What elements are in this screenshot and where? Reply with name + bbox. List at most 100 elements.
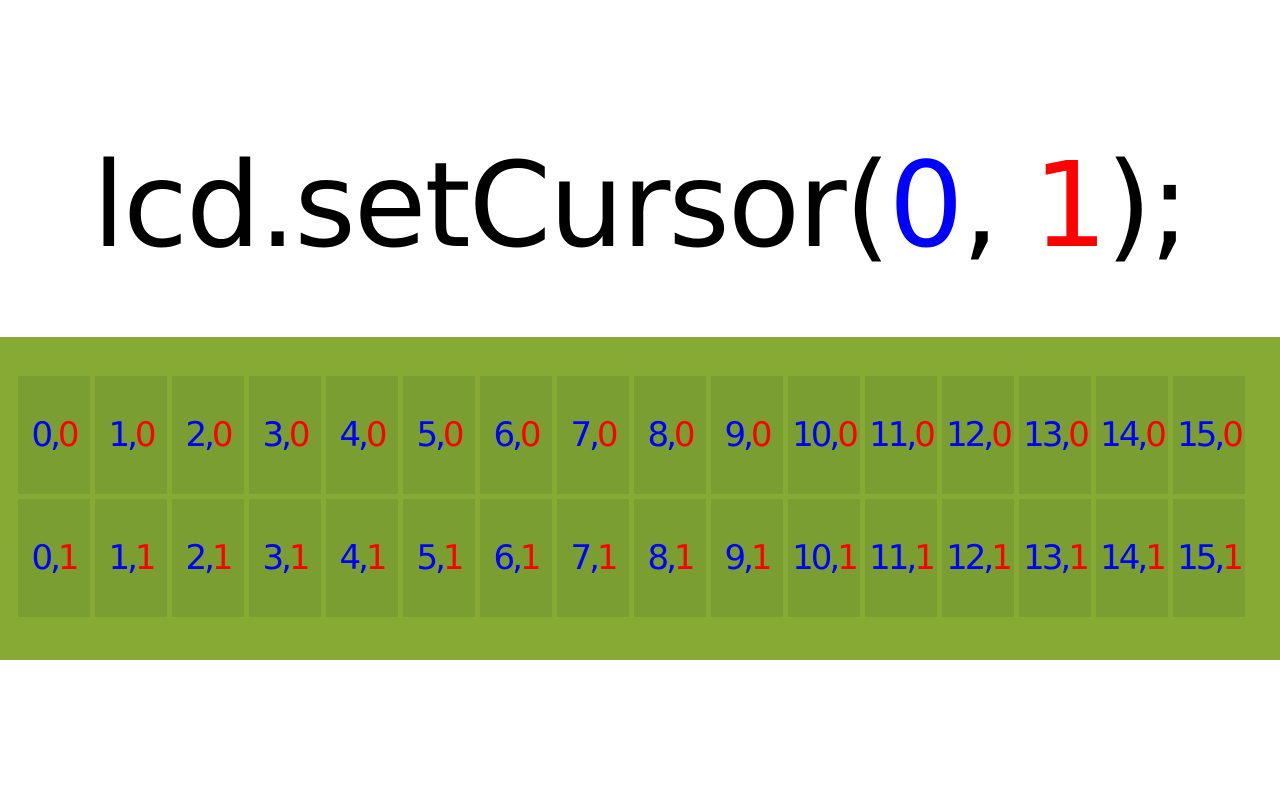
cell-column-number: 2 [185,415,207,455]
lcd-cell: 12, 1 [942,499,1014,617]
cell-separator: , [435,538,446,578]
lcd-cell: 4,1 [326,499,398,617]
lcd-cell: 5,1 [403,499,475,617]
cell-column-number: 6 [493,415,515,455]
cell-separator: , [50,415,61,455]
lcd-cell: 3,0 [249,376,321,494]
cell-separator: , [50,538,61,578]
cell-column-number: 3 [262,415,284,455]
cell-row-number: 1 [57,538,80,578]
lcd-cell: 11, 1 [865,499,937,617]
cell-row-number: 0 [750,415,773,455]
cell-column-number: 6 [493,538,515,578]
cell-row-number: 1 [991,538,1013,578]
cell-separator: , [983,415,994,455]
lcd-cell: 1,0 [95,376,167,494]
lcd-cell: 10, 0 [788,376,860,494]
cell-separator: , [1214,415,1225,455]
cell-row-number: 1 [1068,538,1090,578]
cell-row-number: 0 [914,415,936,455]
cell-column-number: 10 [792,415,832,455]
cell-row-number: 1 [673,538,696,578]
lcd-display: 0, 0 1, 0 2, 0 3, 0 4, 0 5, 0 6, 0 7, 0 8, 0 9, 0 10, 0 11, 0 12… [0,337,1280,660]
cell-column-number: 10 [792,538,832,578]
cell-row-number: 1 [837,538,859,578]
cell-separator: , [435,415,446,455]
lcd-cell: 1,1 [95,499,167,617]
cell-separator: , [906,415,917,455]
cell-separator: , [666,538,677,578]
cell-row-number: 0 [837,415,859,455]
cell-separator: , [1137,538,1148,578]
cell-column-number: 9 [724,538,746,578]
lcd-cell: 12, 0 [942,376,1014,494]
cell-separator: , [358,415,369,455]
lcd-cell: 6,1 [480,499,552,617]
lcd-cell: 9,0 [711,376,783,494]
cell-column-number: 7 [570,538,592,578]
lcd-cell: 9,1 [711,499,783,617]
cell-column-number: 12 [946,538,986,578]
cell-row-number: 0 [134,415,157,455]
cell-column-number: 7 [570,415,592,455]
cell-column-number: 15 [1177,415,1217,455]
cell-column-number: 3 [262,538,284,578]
cell-row-number: 1 [1145,538,1167,578]
cell-column-number: 1 [108,415,130,455]
cell-row-number: 0 [442,415,465,455]
lcd-cell: 15, 1 [1173,499,1245,617]
cell-column-number: 14 [1100,538,1140,578]
cell-column-number: 5 [416,538,438,578]
cell-row-number: 1 [1222,538,1244,578]
cell-separator: , [281,415,292,455]
lcd-cell: 10, 1 [788,499,860,617]
cell-column-number: 13 [1023,415,1063,455]
lcd-row-0: 0, 0 1, 0 2, 0 3, 0 4, 0 5, 0 6, 0 7, 0 8, 0 9, 0 10, 0 11, 0 12… [18,376,1248,494]
lcd-cell: 7,0 [557,376,629,494]
cell-column-number: 8 [647,415,669,455]
cell-separator: , [127,538,138,578]
cell-row-number: 0 [288,415,311,455]
cell-separator: , [743,538,754,578]
cell-separator: , [512,538,523,578]
cell-row-number: 0 [1145,415,1167,455]
cell-column-number: 0 [31,538,53,578]
code-snippet: lcd.setCursor(0, 1); [0,135,1280,275]
lcd-cell: 2,0 [172,376,244,494]
cell-column-number: 4 [339,538,361,578]
lcd-cell: 11, 0 [865,376,937,494]
cell-column-number: 12 [946,415,986,455]
cell-row-number: 1 [519,538,542,578]
argument-comma: , [961,136,1033,274]
cell-row-number: 1 [914,538,936,578]
cell-column-number: 2 [185,538,207,578]
lcd-cell: 14, 1 [1096,499,1168,617]
code-suffix: ); [1105,136,1190,274]
lcd-cell: 13, 0 [1019,376,1091,494]
lcd-cell: 0,1 [18,499,90,617]
row-argument: 1 [1032,136,1108,274]
cell-row-number: 1 [596,538,619,578]
cell-separator: , [829,538,840,578]
cell-row-number: 0 [1222,415,1244,455]
cell-column-number: 11 [869,538,909,578]
cell-separator: , [589,415,600,455]
cell-separator: , [829,415,840,455]
cell-row-number: 0 [1068,415,1090,455]
lcd-cell: 13, 1 [1019,499,1091,617]
cell-separator: , [906,538,917,578]
code-prefix: lcd.setCursor( [92,136,890,274]
lcd-cell: 7,1 [557,499,629,617]
cell-row-number: 0 [519,415,542,455]
cell-separator: , [1060,538,1071,578]
cell-column-number: 11 [869,415,909,455]
cell-column-number: 5 [416,415,438,455]
column-argument: 0 [888,136,964,274]
lcd-row-1: 0, 1 1, 1 2, 1 3, 1 4, 1 5, 1 6, 1 7, 1 8, 1 9, 1 10, 1 11, 1 12… [18,499,1248,617]
lcd-cell: 8,1 [634,499,706,617]
cell-row-number: 0 [991,415,1013,455]
cell-column-number: 15 [1177,538,1217,578]
lcd-cell: 2,1 [172,499,244,617]
lcd-cell: 15, 0 [1173,376,1245,494]
cell-row-number: 1 [442,538,465,578]
